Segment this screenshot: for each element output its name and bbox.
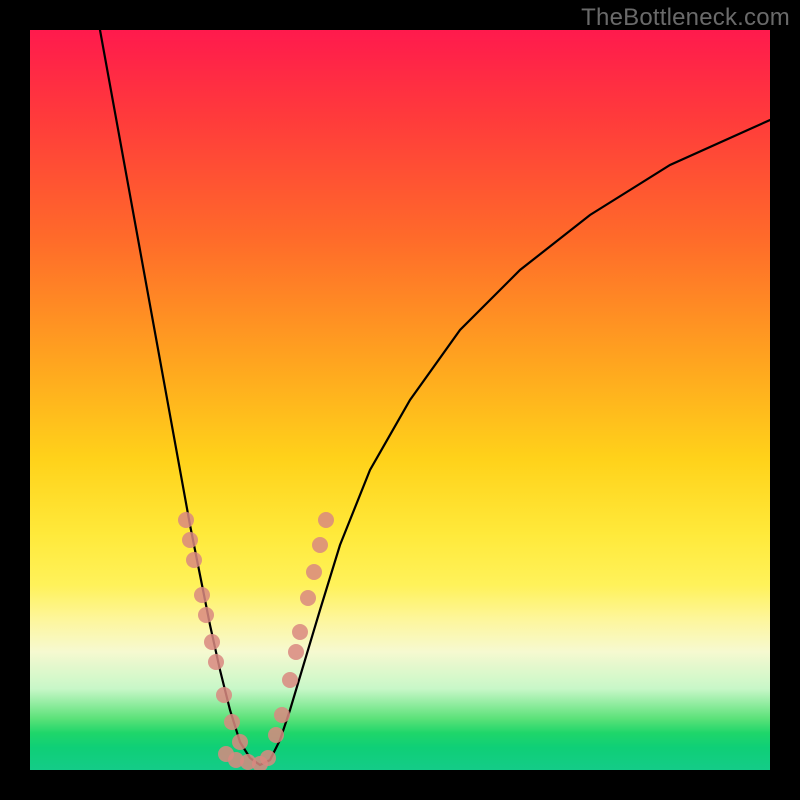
outer-frame: TheBottleneck.com: [0, 0, 800, 800]
plot-gradient-area: [30, 30, 770, 770]
watermark-text: TheBottleneck.com: [581, 4, 790, 32]
